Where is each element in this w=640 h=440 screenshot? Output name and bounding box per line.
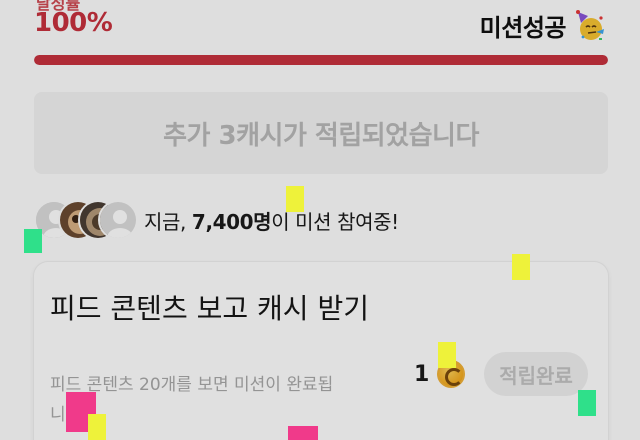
confetti-piece xyxy=(512,254,530,280)
mission-card[interactable]: 피드 콘텐츠 보고 캐시 받기 피드 콘텐츠 20개를 보면 미션이 완료됩니다… xyxy=(34,262,608,440)
progress-fill xyxy=(34,55,608,65)
confetti-piece xyxy=(286,186,304,212)
progress-percent: 100% xyxy=(34,8,113,38)
reward-amount: 1 xyxy=(414,361,430,387)
collect-complete-button[interactable]: 적립완료 xyxy=(484,352,588,396)
participants-prefix: 지금, xyxy=(144,209,192,234)
confetti-piece xyxy=(288,426,318,440)
mission-status-text: 미션성공 xyxy=(479,14,567,42)
party-face-icon xyxy=(574,9,606,42)
avatar-group xyxy=(34,198,138,242)
participants-row: 지금, 7,400명이 미션 참여중! xyxy=(34,198,399,242)
mission-title: 피드 콘텐츠 보고 캐시 받기 xyxy=(50,292,369,325)
participants-suffix: 이 미션 참여중! xyxy=(271,209,399,234)
confetti-piece xyxy=(24,229,42,253)
confetti-piece xyxy=(88,414,106,440)
confetti-piece xyxy=(438,342,456,368)
mission-status: 미션성공 xyxy=(480,8,606,43)
progress-bar xyxy=(34,55,608,65)
bonus-banner: 추가 3캐시가 적립되었습니다 xyxy=(34,92,608,174)
mission-screen: 달성률 100% 미션성공 추가 3캐시가 적립되었습니다 지금, 7,400명… xyxy=(0,0,640,440)
confetti-piece xyxy=(578,390,596,416)
participants-count: 7,400명 xyxy=(191,209,272,234)
bonus-text: 추가 3캐시가 적립되었습니다 xyxy=(163,120,479,151)
participants-text: 지금, 7,400명이 미션 참여중! xyxy=(144,206,399,235)
avatar xyxy=(98,200,138,240)
